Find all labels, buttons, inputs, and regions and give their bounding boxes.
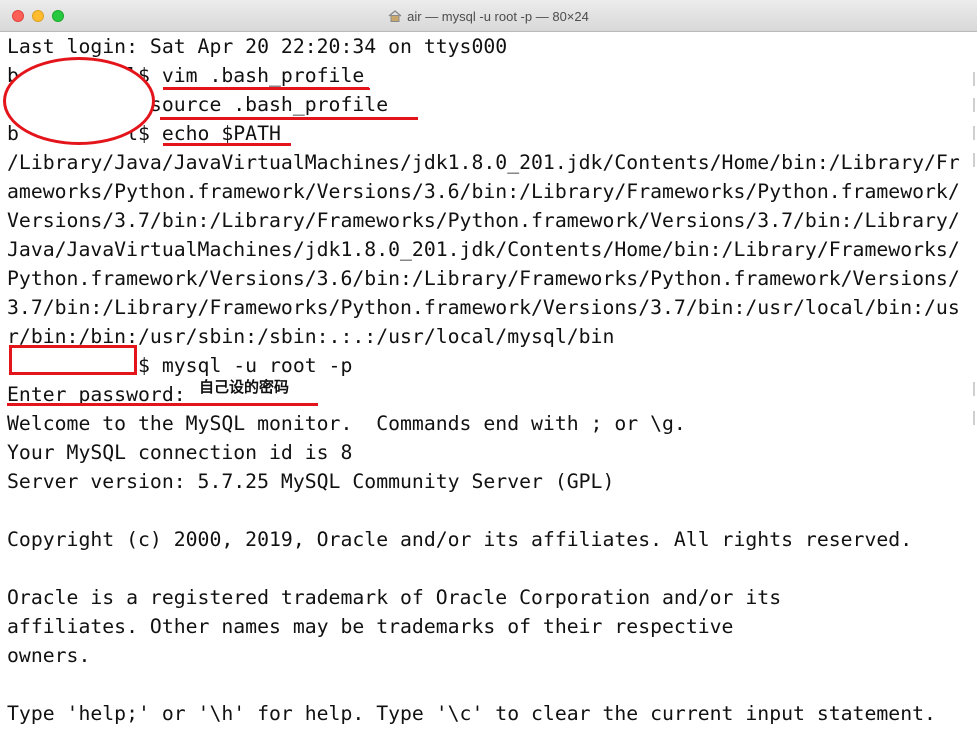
terminal-line: Oracle is a registered trademark of Orac… [7,586,782,609]
scroll-marker [973,153,975,167]
terminal-line: Welcome to the MySQL monitor. Commands e… [7,412,686,435]
password-annotation-note: 自己设的密码 [199,378,290,396]
terminal-line: Python.framework/Versions/3.6/bin:/Libra… [7,267,960,290]
scroll-marker [973,126,975,140]
terminal-line: Java/JavaVirtualMachines/jdk1.8.0_201.jd… [7,238,960,261]
terminal-line: Type 'help;' or '\h' for help. Type '\c'… [7,702,936,725]
terminal-line: Copyright (c) 2000, 2019, Oracle and/or … [7,528,913,551]
red-underline-annotation [160,117,418,120]
red-underline-annotation [7,403,318,406]
red-underline-annotation [240,88,370,90]
terminal-line: ameworks/Python.framework/Versions/3.6/b… [7,180,960,203]
scroll-marker [973,411,975,425]
terminal-line: /Library/Java/JavaVirtualMachines/jdk1.8… [7,151,960,174]
home-icon [388,10,402,22]
terminal-line: 3.7/bin:/Library/Frameworks/Python.frame… [7,296,960,319]
window-title-text: air — mysql -u root -p — 80×24 [407,8,589,24]
terminal-line: owners. [7,644,91,667]
window-title: air — mysql -u root -p — 80×24 [0,0,977,32]
title-bar[interactable]: air — mysql -u root -p — 80×24 [0,0,977,32]
scroll-marker [973,382,975,396]
terminal-output[interactable]: Last login: Sat Apr 20 22:20:34 on ttys0… [0,32,977,735]
scroll-marker [973,72,975,86]
terminal-line: Versions/3.7/bin:/Library/Frameworks/Pyt… [7,209,960,232]
terminal-line: affiliates. Other names may be trademark… [7,615,734,638]
redaction-oval [3,57,155,145]
terminal-window: air — mysql -u root -p — 80×24 Last logi… [0,0,977,735]
scroll-marker [973,98,975,112]
red-underline-annotation [163,143,291,146]
redaction-box [9,345,137,375]
terminal-line: Server version: 5.7.25 MySQL Community S… [7,470,615,493]
terminal-line: Your MySQL connection id is 8 [7,441,353,464]
